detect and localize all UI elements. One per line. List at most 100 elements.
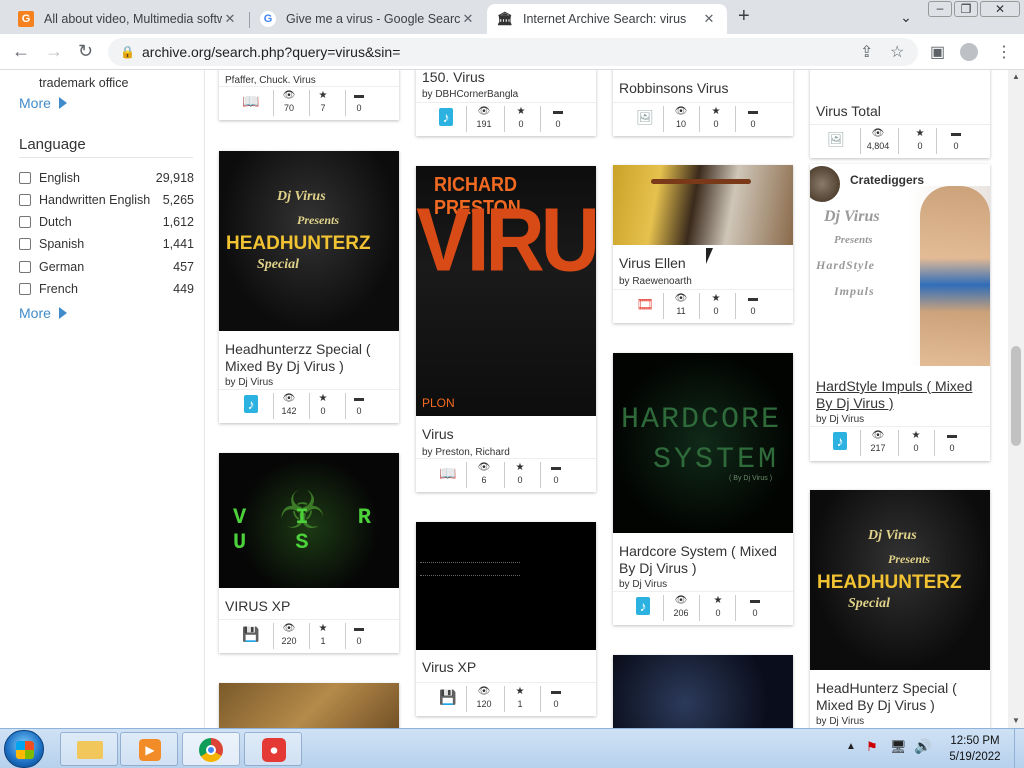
taskbar-media-player[interactable]: ▶ (120, 732, 178, 766)
card-thumbnail[interactable]: HARDCORE SYSTEM ( By Dj Virus ) (613, 353, 793, 533)
tab-search-icon[interactable]: ⌄ (896, 8, 916, 28)
card-thumbnail[interactable]: Dj Virus Presents HEADHUNTERZ Special (810, 490, 990, 670)
facet-checkbox[interactable] (19, 261, 31, 273)
facet-row-spanish[interactable]: Spanish 1,441 (19, 237, 194, 251)
card-thumbnail[interactable] (416, 522, 596, 650)
scrollbar-thumb[interactable] (1011, 346, 1021, 446)
card-thumbnail[interactable]: Dj Virus Presents HEADHUNTERZ Special (219, 151, 399, 331)
collection-name[interactable]: Cratediggers (850, 173, 924, 187)
facet-row-english[interactable]: English 29,918 (19, 171, 194, 185)
facet-row-french[interactable]: French 449 (19, 282, 194, 296)
scroll-down-arrow-icon[interactable]: ▼ (1012, 716, 1020, 725)
facet-checkbox[interactable] (19, 172, 31, 184)
comment-icon: ▬ (748, 106, 758, 117)
eye-icon: 👁 (282, 393, 296, 404)
facet-row-german[interactable]: German 457 (19, 260, 194, 274)
menu-kebab-icon[interactable]: ⋮ (996, 42, 1012, 62)
address-bar[interactable]: 🔒 archive.org/search.php?query=virus&sin… (108, 38, 918, 66)
taskbar-screen-recorder[interactable]: ⏺ (244, 732, 302, 766)
bookmark-star-icon[interactable]: ☆ (890, 42, 904, 62)
result-card[interactable] (219, 683, 399, 728)
tray-display-icon[interactable]: 🖥 (890, 739, 907, 755)
reviews-count: 0 (356, 406, 362, 416)
result-card[interactable]: Dj Virus Presents HEADHUNTERZ Special He… (810, 490, 990, 728)
favs-count: 0 (917, 141, 923, 151)
facet-count: 5,265 (162, 193, 194, 207)
facet-checkbox[interactable] (19, 194, 31, 206)
taskbar-clock[interactable]: 12:50 PM 5/19/2022 (940, 733, 1010, 765)
card-thumbnail[interactable]: RICHARD PRESTON VIRUS PLON (416, 166, 596, 416)
card-title[interactable]: Robbinsons Virus (619, 80, 787, 97)
result-card[interactable]: Virus XP 💾 👁 120 ★ 1 ▬ 0 (416, 522, 596, 716)
forward-icon[interactable]: → (45, 41, 63, 62)
page-scrollbar[interactable]: ▲ ▼ (1008, 70, 1024, 728)
tab-internet-archive[interactable]: 🏛 Internet Archive Search: virus ✕ (487, 4, 727, 34)
card-title[interactable]: Headhunterzz Special ( Mixed By Dj Virus… (225, 341, 393, 375)
result-card[interactable]: Dj Virus Presents HardStyle Impuls Crate… (810, 164, 990, 461)
reload-icon[interactable]: ↻ (78, 41, 93, 62)
new-tab-icon[interactable]: + (738, 5, 750, 28)
result-card[interactable]: 150. Virus by DBHCornerBangla ♪ 👁 191 ★ 0 … (416, 70, 596, 136)
card-title[interactable]: Hardcore System ( Mixed By Dj Virus ) (619, 543, 787, 577)
result-card[interactable]: Virus Ellen by Raewenoarth 🎞 👁 11 ★ 0 ▬ 0 (613, 165, 793, 323)
result-card[interactable]: Dj Virus Presents HEADHUNTERZ Special He… (219, 151, 399, 423)
facet-row-dutch[interactable]: Dutch 1,612 (19, 215, 194, 229)
card-reviews: ▬ 0 (341, 89, 377, 114)
facet-row-handwritten-english[interactable]: Handwritten English 5,265 (19, 193, 194, 207)
card-title[interactable]: VIRUS XP (225, 598, 393, 615)
result-card[interactable]: Robbinsons Virus 🖼 👁 10 ★ 0 ▬ 0 (613, 70, 793, 136)
back-icon[interactable]: ← (12, 41, 30, 62)
tab-all-about-video[interactable]: G All about video, Multimedia softw ✕ (8, 4, 248, 34)
tab-title: Internet Archive Search: virus (523, 12, 687, 26)
side-panel-icon[interactable]: ▣ (930, 42, 945, 62)
card-title[interactable]: Virus (422, 426, 590, 443)
close-window-icon[interactable]: ✕ (980, 1, 1020, 17)
tray-expand-icon[interactable]: ▲ (846, 741, 856, 752)
facet-checkbox[interactable] (19, 216, 31, 228)
result-card[interactable]: HARDCORE SYSTEM ( By Dj Virus ) Hardcore… (613, 353, 793, 625)
result-card[interactable]: Pfaffer, Chuck. Virus 📖 👁 70 ★ 7 ▬ 0 (219, 70, 399, 120)
card-favs: ★ 0 (305, 392, 341, 417)
card-thumbnail[interactable]: Dj Virus Presents HardStyle Impuls (810, 186, 990, 366)
card-thumbnail[interactable]: ☣ V I R U S (219, 453, 399, 588)
eye-icon: 👁 (674, 293, 688, 304)
card-title[interactable]: HardStyle Impuls ( Mixed By Dj Virus ) (816, 378, 984, 412)
scroll-up-arrow-icon[interactable]: ▲ (1012, 72, 1020, 81)
result-card[interactable]: ☣ V I R U S VIRUS XP 💾 👁 220 ★ 1 ▬ 0 (219, 453, 399, 653)
share-icon[interactable]: ⇪ (860, 42, 873, 62)
facet-checkbox[interactable] (19, 283, 31, 295)
result-card[interactable] (613, 655, 793, 728)
close-tab-icon[interactable]: ✕ (701, 11, 717, 27)
tray-network-warning-icon[interactable]: ⚑ (866, 739, 878, 755)
taskbar-chrome[interactable] (182, 732, 240, 766)
show-desktop-button[interactable] (1014, 729, 1024, 768)
audio-icon: ♪ (833, 432, 847, 450)
card-title[interactable]: Virus Total (816, 103, 984, 120)
restore-icon[interactable]: ❐ (954, 1, 978, 17)
close-tab-icon[interactable]: ✕ (222, 11, 238, 27)
result-card[interactable]: Virus Total 🖼 👁 4,804 ★ 0 ▬ 0 (810, 70, 990, 158)
card-thumbnail[interactable] (613, 655, 793, 728)
card-title[interactable]: HeadHunterz Special ( Mixed By Dj Virus … (816, 680, 984, 714)
tab-google-search[interactable]: G Give me a virus - Google Search ✕ (250, 4, 486, 34)
facet-count: 29,918 (155, 171, 194, 185)
start-button[interactable] (4, 730, 44, 768)
card-creator: by DBHCornerBangla (422, 89, 519, 100)
more-link[interactable]: More (19, 305, 67, 321)
card-thumbnail[interactable] (613, 165, 793, 245)
taskbar-file-explorer[interactable] (60, 732, 118, 766)
card-title[interactable]: Virus XP (422, 659, 590, 676)
page-content: trademark office More Language English 29… (0, 70, 1024, 728)
tray-volume-icon[interactable]: 🔊 (914, 738, 931, 755)
card-thumbnail[interactable] (219, 683, 399, 728)
close-tab-icon[interactable]: ✕ (460, 11, 476, 27)
more-link[interactable]: More (19, 95, 67, 111)
profile-avatar-icon[interactable] (960, 43, 978, 61)
views-count: 6 (481, 475, 487, 485)
facet-label: German (39, 260, 85, 274)
card-title[interactable]: Virus Ellen (619, 255, 787, 272)
result-card[interactable]: RICHARD PRESTON VIRUS PLON Virus by Pres… (416, 166, 596, 492)
facet-checkbox[interactable] (19, 238, 31, 250)
card-title[interactable]: 150. Virus (422, 70, 590, 86)
minimize-icon[interactable]: – (928, 1, 952, 17)
